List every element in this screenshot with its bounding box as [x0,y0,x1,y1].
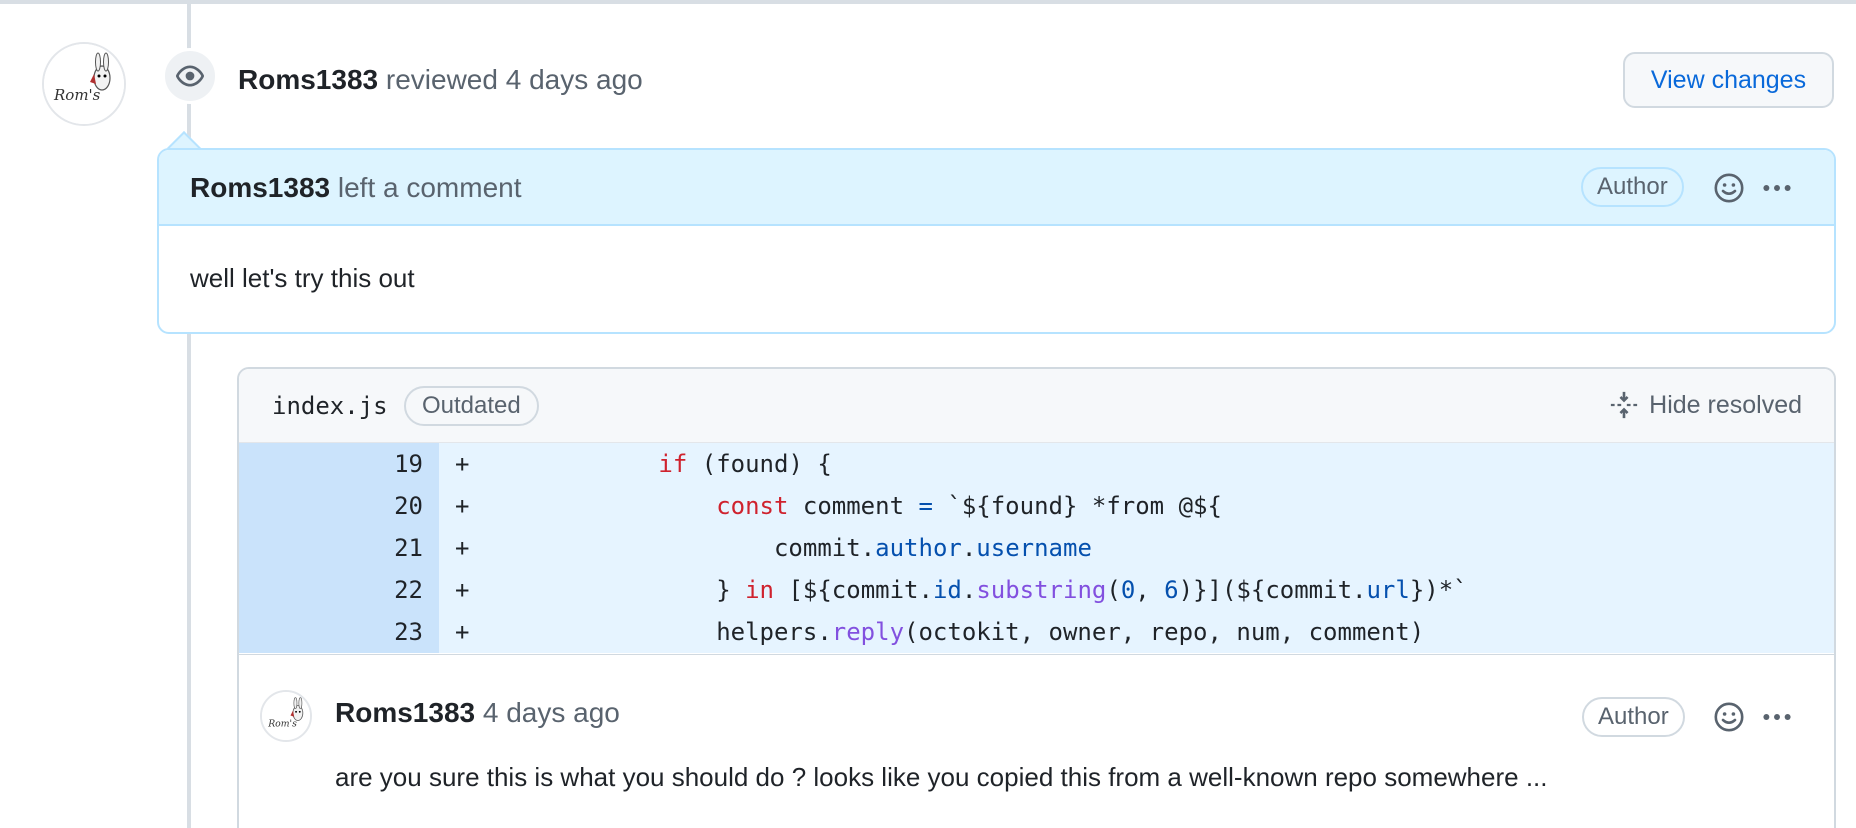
avatar-image: Rom's [44,44,124,124]
comment-byline: Roms1383 left a comment [190,170,522,206]
view-changes-button[interactable]: View changes [1623,52,1834,108]
top-divider [0,0,1856,4]
diff-sign: + [455,576,470,604]
author-badge: Author [1581,167,1684,207]
code-line: helpers.reply(octokit, owner, repo, num,… [485,618,1425,646]
line-number[interactable]: 23 [239,611,439,653]
comment-header: Roms1383 left a comment Author [159,150,1834,226]
eye-icon [176,65,204,87]
reply-body: are you sure this is what you should do … [335,762,1548,792]
diff-sign: + [455,534,470,562]
add-reaction-button[interactable] [1711,699,1747,735]
reply-author-avatar[interactable]: Rom's [260,690,312,742]
diff-sign: + [455,450,470,478]
diff-line: 20 + const comment = `${found} *from @${ [239,485,1834,527]
diff-line: 23 + helpers.reply(octokit, owner, repo,… [239,611,1834,653]
fold-icon [1611,391,1638,419]
comment-options-button[interactable] [1759,170,1795,206]
thread-reply: Roms1383 4 days ago Author are you sure … [239,654,1834,828]
line-number[interactable]: 22 [239,569,439,611]
diff-sign: + [455,492,470,520]
kebab-horizontal-icon [1763,714,1791,720]
review-action: reviewed [385,64,498,95]
file-name-link[interactable]: index.js [272,389,388,423]
timeline-line [187,4,191,828]
diff-sign: + [455,618,470,646]
code-line: } in [${commit.id.substring(0, 6)}](${co… [485,576,1468,604]
diff-hunk: 19 + if (found) { 20 + const comment = `… [239,443,1834,653]
smiley-icon [1714,702,1744,732]
reviewer-name[interactable]: Roms1383 [238,64,378,95]
diff-line: 21 + commit.author.username [239,527,1834,569]
thread-file-header: index.js Outdated Hide resolved [239,369,1834,443]
code-line: const comment = `${found} *from @${ [716,492,1222,520]
code-line: if (found) { [658,450,832,478]
author-badge: Author [1582,697,1685,737]
line-number[interactable]: 19 [239,443,439,485]
reviewer-avatar[interactable]: Rom's [42,42,126,126]
svg-text:Rom's: Rom's [267,719,297,730]
code-line: commit.author.username [485,534,1092,562]
comment-action: left a comment [337,172,522,203]
outdated-badge: Outdated [404,386,539,426]
reply-byline: Roms1383 4 days ago [335,695,620,731]
review-thread: index.js Outdated Hide resolved 19 + if … [237,367,1836,828]
diff-line: 22 + } in [${commit.id.substring(0, 6)}]… [239,569,1834,611]
svg-text:Rom's: Rom's [53,86,101,104]
comment-author[interactable]: Roms1383 [190,172,330,203]
comment-body: well let's try this out [190,263,415,293]
line-number[interactable]: 21 [239,527,439,569]
review-time[interactable]: 4 days ago [506,64,643,95]
review-comment: Roms1383 left a comment Author well let'… [157,148,1836,334]
hide-resolved-label: Hide resolved [1649,391,1802,419]
reply-time[interactable]: 4 days ago [483,697,620,728]
reply-author[interactable]: Roms1383 [335,697,475,728]
diff-line: 19 + if (found) { [239,443,1834,485]
smiley-icon [1714,173,1744,203]
add-reaction-button[interactable] [1711,170,1747,206]
line-number[interactable]: 20 [239,485,439,527]
review-header: Roms1383 reviewed 4 days ago [238,60,643,100]
reply-options-button[interactable] [1759,699,1795,735]
hide-resolved-button[interactable]: Hide resolved [1609,387,1802,423]
review-event-badge [162,48,218,104]
kebab-horizontal-icon [1763,185,1791,191]
